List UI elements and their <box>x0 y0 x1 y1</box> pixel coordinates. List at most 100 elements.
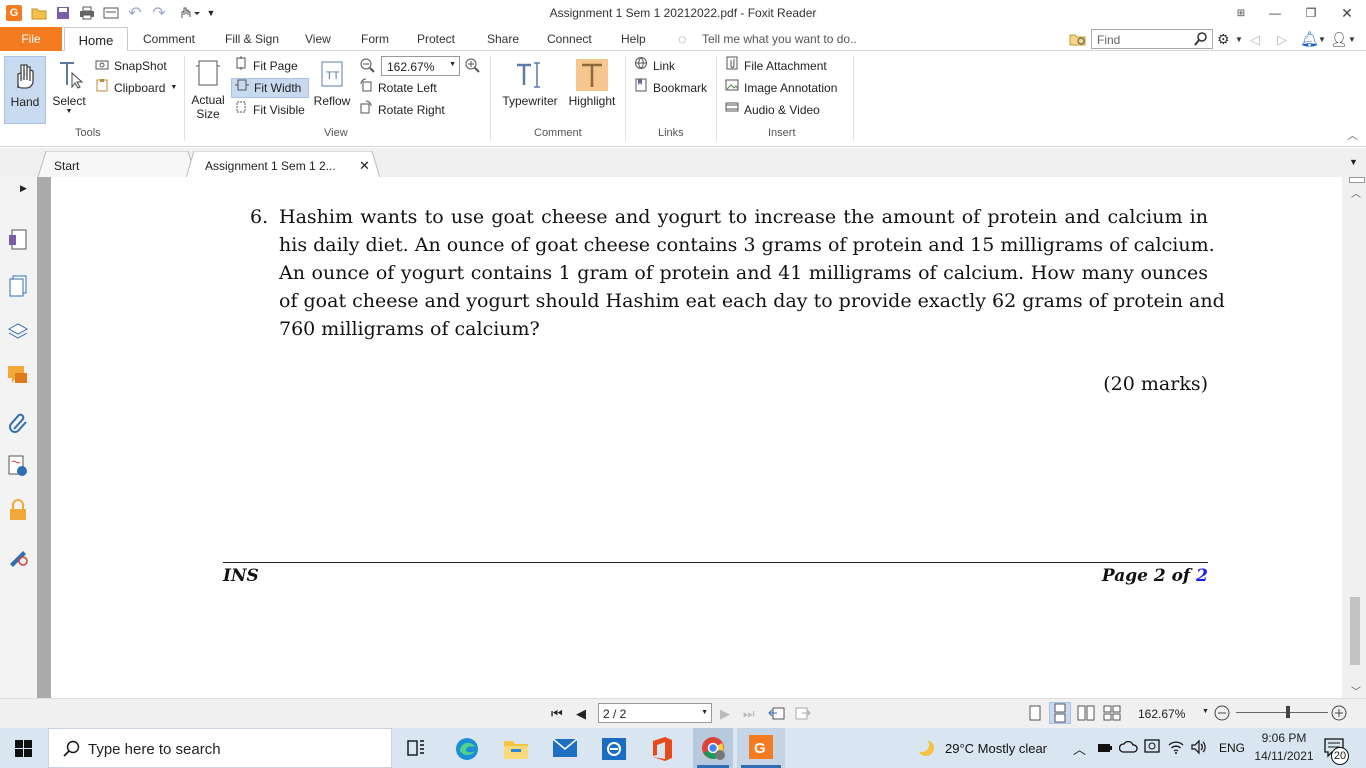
previous-page-icon[interactable]: ◀ <box>576 706 586 722</box>
notification-count-badge[interactable]: 20 <box>1331 747 1349 765</box>
menu-connect[interactable]: Connect <box>547 27 592 51</box>
windows-start-icon[interactable] <box>15 740 32 760</box>
office-icon[interactable] <box>650 736 674 765</box>
restore-button[interactable]: ❐ <box>1296 2 1326 24</box>
status-zoom-dropdown-icon[interactable]: ▼ <box>1202 708 1209 715</box>
typewriter-button[interactable]: Typewriter <box>497 56 563 124</box>
security-lock-icon[interactable] <box>8 499 28 524</box>
zoom-select[interactable]: 162.67% ▼ <box>381 56 460 76</box>
onedrive-icon[interactable] <box>1118 740 1139 757</box>
expand-panel-icon[interactable]: ▶ <box>20 183 27 194</box>
chrome-taskbar-button[interactable] <box>693 728 733 768</box>
menu-help[interactable]: Help <box>621 27 646 51</box>
continuous-page-icon[interactable] <box>1049 702 1071 724</box>
first-page-icon[interactable]: ⏮ <box>551 706 563 722</box>
tab-list-dropdown-icon[interactable]: ▼ <box>1349 157 1358 167</box>
fit-page-button[interactable]: Fit Page <box>234 56 298 76</box>
snapshot-button[interactable]: SnapShot <box>95 56 167 76</box>
file-attachment-button[interactable]: File Attachment <box>725 56 827 76</box>
taskbar-search-box[interactable]: Type here to search <box>48 728 392 768</box>
vertical-scrollbar[interactable]: ︿ ﹀ <box>1342 177 1366 698</box>
next-view-icon[interactable] <box>794 705 812 724</box>
user-dropdown-icon[interactable]: ▼ <box>1348 27 1356 51</box>
show-hidden-icons-icon[interactable]: ︿ <box>1073 728 1086 768</box>
tab-start[interactable]: Start <box>54 159 79 173</box>
last-page-icon[interactable]: ⏭ <box>743 706 755 722</box>
fit-width-button[interactable]: Fit Width <box>231 78 309 98</box>
rotate-right-button[interactable]: Rotate Right <box>359 100 445 120</box>
menu-protect[interactable]: Protect <box>417 27 455 51</box>
scroll-down-icon[interactable]: ﹀ <box>1351 683 1361 698</box>
fit-visible-button[interactable]: Fit Visible <box>234 100 305 120</box>
task-view-icon[interactable] <box>406 739 426 760</box>
attachments-icon[interactable] <box>8 411 28 436</box>
status-zoom-in-icon[interactable] <box>1330 704 1348 725</box>
close-button[interactable]: ✕ <box>1332 2 1362 24</box>
link-button[interactable]: Link <box>634 56 675 76</box>
scrollbar-thumb[interactable] <box>1350 597 1360 665</box>
image-annotation-button[interactable]: Image Annotation <box>725 78 837 98</box>
continuous-facing-icon[interactable] <box>1103 705 1121 724</box>
clock-date[interactable]: 14/11/2021 <box>1250 749 1318 763</box>
page-number-field[interactable]: 2 / 2 ▼ <box>598 703 712 723</box>
next-page-icon[interactable]: ▶ <box>720 706 730 722</box>
rotate-left-button[interactable]: Rotate Left <box>359 78 437 98</box>
zoom-in-icon[interactable] <box>464 57 480 76</box>
notification-dropdown-icon[interactable]: ▼ <box>1318 27 1326 51</box>
dell-app-icon[interactable] <box>601 737 627 764</box>
notification-bell-icon[interactable]: 🔔︎ <box>1300 27 1319 51</box>
scroll-up-icon[interactable]: ︿ <box>1351 185 1361 200</box>
single-page-icon[interactable] <box>1028 705 1042 724</box>
menu-form[interactable]: Form <box>361 27 389 51</box>
search-folder-icon[interactable] <box>1069 31 1087 47</box>
zoom-slider-thumb[interactable] <box>1286 706 1290 718</box>
close-tab-icon[interactable]: ✕ <box>359 158 370 174</box>
content-editing-icon[interactable] <box>7 545 29 570</box>
select-dropdown-icon[interactable]: ▼ <box>48 108 90 115</box>
reflow-button[interactable]: TT Reflow <box>312 56 352 124</box>
settings-dropdown-icon[interactable]: ▼ <box>1235 27 1243 51</box>
weather-text[interactable]: 29°C Mostly clear <box>945 728 1047 768</box>
zoom-slider-track[interactable] <box>1236 712 1328 713</box>
signatures-icon[interactable] <box>7 455 29 480</box>
user-icon[interactable]: 👤︎ <box>1330 27 1348 51</box>
tell-me-input[interactable]: Tell me what you want to do.. <box>702 27 857 51</box>
comments-icon[interactable] <box>7 365 29 390</box>
find-field[interactable]: Find <box>1091 29 1213 49</box>
tab-assignment[interactable]: Assignment 1 Sem 1 2... <box>205 159 336 173</box>
collapse-ribbon-icon[interactable]: ︿ <box>1347 127 1358 143</box>
menu-home[interactable]: Home <box>64 27 128 52</box>
audio-video-button[interactable]: Audio & Video <box>725 100 820 120</box>
status-zoom-out-icon[interactable] <box>1213 704 1231 725</box>
zoom-out-icon[interactable] <box>359 57 375 76</box>
next-result-icon[interactable]: ▷ <box>1277 27 1287 51</box>
minimize-button[interactable]: — <box>1260 2 1290 24</box>
pages-icon[interactable] <box>8 275 28 300</box>
menu-view[interactable]: View <box>305 27 331 51</box>
volume-icon[interactable] <box>1190 739 1208 758</box>
language-indicator[interactable]: ENG <box>1219 728 1245 768</box>
hand-tool-button[interactable]: Hand <box>4 56 46 124</box>
menu-file[interactable]: File <box>0 27 62 51</box>
mail-icon[interactable] <box>552 738 578 761</box>
highlight-button[interactable]: Highlight <box>566 56 618 124</box>
facing-pages-icon[interactable] <box>1077 705 1095 724</box>
prev-result-icon[interactable]: ◁ <box>1250 27 1260 51</box>
foxit-taskbar-button[interactable]: G <box>737 728 785 768</box>
menu-share[interactable]: Share <box>487 27 519 51</box>
file-explorer-icon[interactable] <box>503 737 529 764</box>
bookmark-button[interactable]: Bookmark <box>634 78 707 98</box>
page-thumbnails-icon[interactable] <box>8 229 28 254</box>
edge-browser-icon[interactable] <box>454 736 480 765</box>
search-icon[interactable] <box>1193 31 1209 50</box>
footer-page-link[interactable]: 2 <box>1196 566 1208 586</box>
clock-time[interactable]: 9:06 PM <box>1252 731 1316 745</box>
layers-icon[interactable] <box>7 321 29 344</box>
settings-gear-icon[interactable]: ⚙ <box>1217 27 1230 51</box>
previous-view-icon[interactable] <box>768 705 786 724</box>
menu-fill-sign[interactable]: Fill & Sign <box>225 27 279 51</box>
battery-icon[interactable] <box>1097 742 1113 757</box>
ribbon-display-icon[interactable]: ⊞ <box>1226 2 1256 24</box>
actual-size-button[interactable]: Actual Size <box>189 56 227 126</box>
status-zoom-value[interactable]: 162.67% <box>1138 707 1185 721</box>
